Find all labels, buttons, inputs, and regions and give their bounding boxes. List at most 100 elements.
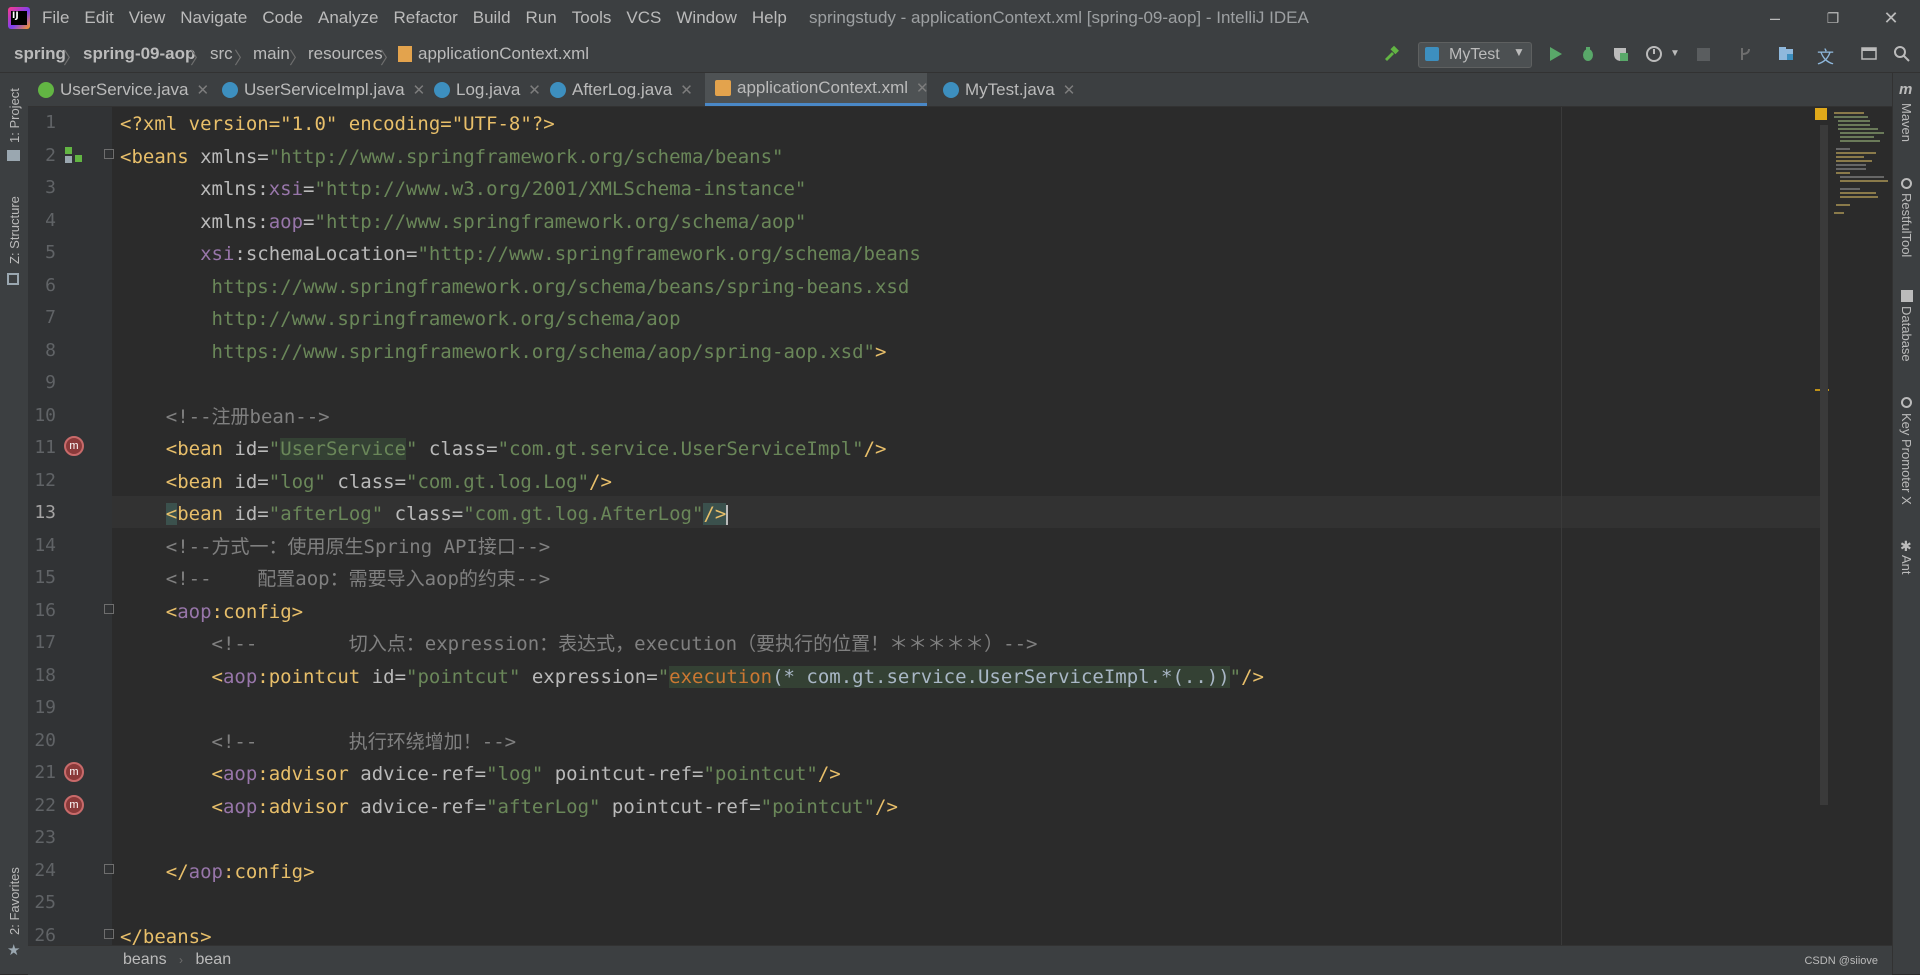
highlighted-usage: UserService (280, 438, 407, 460)
menu-window[interactable]: Window (676, 8, 736, 28)
class-icon (550, 81, 566, 98)
tool-structure[interactable]: Z: Structure (7, 196, 22, 264)
line-number: 18 (34, 665, 56, 686)
aop-advice-gutter-icon[interactable]: m (64, 795, 84, 815)
vertical-scrollbar[interactable] (1820, 125, 1828, 805)
aop-advice-gutter-icon[interactable]: m (64, 762, 84, 782)
line-number-current: 13 (34, 502, 56, 523)
spring-bean-gutter-icon[interactable]: m (64, 436, 84, 456)
menu-tools[interactable]: Tools (572, 8, 612, 28)
menu-run[interactable]: Run (526, 8, 557, 28)
tab-afterlog[interactable]: AfterLog.java ✕ (540, 73, 693, 106)
close-icon[interactable]: ✕ (1868, 4, 1914, 32)
menu-analyze[interactable]: Analyze (318, 8, 378, 28)
menu-code[interactable]: Code (262, 8, 303, 28)
crumb-module[interactable]: spring-09-aop (83, 44, 195, 64)
fold-toggle-icon[interactable] (104, 604, 114, 614)
code-line: xmlns:xsi="http://www.w3.org/2001/XMLSch… (200, 178, 807, 200)
tool-ant[interactable]: Ant (1899, 555, 1914, 575)
tool-key-promoter-x[interactable]: Key Promoter X (1899, 413, 1914, 505)
line-number: 25 (34, 892, 56, 913)
crumb-project[interactable]: spring (14, 44, 66, 64)
tab-label: UserService.java (60, 79, 189, 99)
code-line: https://www.springframework.org/schema/b… (120, 276, 910, 298)
menu-view[interactable]: View (129, 8, 166, 28)
run-icon[interactable] (1546, 45, 1564, 63)
xml-value: "pointcut" (760, 796, 876, 818)
crumb-src[interactable]: src (210, 44, 233, 64)
ant-icon: ✱ (1900, 538, 1912, 554)
breadcrumb-beans[interactable]: beans (123, 951, 167, 968)
minimize-icon[interactable]: – (1752, 4, 1798, 32)
tool-favorites[interactable]: 2: Favorites (7, 867, 22, 935)
interface-icon (38, 81, 54, 98)
close-tab-icon[interactable]: ✕ (197, 81, 210, 99)
tab-log[interactable]: Log.java ✕ (424, 73, 541, 106)
line-number: 16 (34, 600, 56, 621)
tab-userservice[interactable]: UserService.java ✕ (28, 73, 209, 106)
restore-icon[interactable]: ❐ (1810, 4, 1856, 32)
menu-help[interactable]: Help (752, 8, 787, 28)
xml-spring-icon (715, 80, 731, 96)
search-everywhere-icon[interactable] (1893, 45, 1911, 63)
menu-edit[interactable]: Edit (84, 8, 113, 28)
code-line: <aop:config> (165, 601, 304, 623)
debug-icon[interactable] (1579, 45, 1597, 63)
tool-maven[interactable]: Maven (1899, 103, 1914, 142)
close-tab-icon[interactable]: ✕ (680, 81, 693, 99)
code-minimap[interactable] (1832, 110, 1890, 220)
tool-restfultool[interactable]: RestfulTool (1899, 193, 1914, 257)
fold-toggle-icon[interactable] (104, 864, 114, 874)
menu-file[interactable]: File (42, 8, 69, 28)
crumb-file[interactable]: applicationContext.xml (418, 44, 589, 64)
fold-toggle-icon[interactable] (104, 929, 114, 939)
more-run-options-icon[interactable]: ▼ (1670, 48, 1680, 59)
left-tool-window-bar: 1: Project Z: Structure 2: Favorites ★ (0, 73, 29, 974)
close-tab-icon[interactable]: ✕ (1063, 81, 1076, 99)
crumb-resources[interactable]: resources (308, 44, 383, 64)
tab-userserviceimpl[interactable]: UserServiceImpl.java ✕ (212, 73, 425, 106)
menu-vcs[interactable]: VCS (626, 8, 661, 28)
menu-refactor[interactable]: Refactor (393, 8, 457, 28)
code-line: <aop:pointcut id="pointcut" expression="… (211, 666, 1264, 688)
vcs-branch-icon[interactable] (1737, 45, 1755, 63)
xml-comment: <!--注册bean--> (165, 406, 330, 428)
close-tab-icon[interactable]: ✕ (528, 81, 541, 99)
menu-navigate[interactable]: Navigate (180, 8, 247, 28)
crumb-main[interactable]: main (253, 44, 290, 64)
build-hammer-icon[interactable] (1382, 45, 1400, 63)
breadcrumb-separator: › (179, 953, 184, 967)
translate-icon[interactable]: 文 (1817, 43, 1834, 68)
profile-icon[interactable] (1645, 45, 1663, 63)
crumb-separator: 〉 (289, 49, 306, 68)
presentation-mode-icon[interactable] (1860, 45, 1878, 63)
tool-database[interactable]: Database (1899, 306, 1914, 362)
aspectj-expression: (* com.gt.service.UserServiceImpl.*(..)) (772, 666, 1230, 688)
tab-applicationcontext[interactable]: applicationContext.xml ✕ (705, 73, 929, 106)
xml-breadcrumbs: beans › bean (123, 951, 231, 969)
close-tab-icon[interactable]: ✕ (916, 79, 929, 97)
code-line: <!--方式一：使用原生Spring API接口--> (120, 536, 550, 558)
tab-mytest[interactable]: MyTest.java ✕ (933, 73, 1075, 106)
line-number: 5 (45, 242, 56, 263)
line-number: 4 (45, 210, 56, 231)
editor-gutter[interactable] (28, 107, 112, 945)
project-structure-icon[interactable] (1777, 45, 1795, 63)
spring-bean-gutter-icon[interactable] (65, 147, 83, 165)
menu-build[interactable]: Build (473, 8, 511, 28)
inspection-warning-icon[interactable] (1815, 108, 1827, 120)
xml-value: "log" (486, 763, 544, 785)
code-line: xsi:schemaLocation="http://www.springfra… (120, 243, 921, 265)
fold-toggle-icon[interactable] (104, 149, 114, 159)
tool-project[interactable]: 1: Project (7, 88, 22, 143)
xml-file-icon (398, 46, 412, 62)
code-line: <bean id="UserService" class="com.gt.ser… (165, 438, 887, 460)
chevron-down-icon: ▼ (1513, 45, 1525, 59)
breadcrumb-bean[interactable]: bean (196, 951, 232, 968)
xml-tag: config (234, 861, 304, 883)
right-tool-window-bar: m Maven RestfulTool Database Key Promote… (1892, 73, 1920, 974)
coverage-icon[interactable] (1611, 45, 1629, 63)
stop-icon[interactable] (1697, 48, 1710, 61)
xml-value: https://www.springframework.org/schema/b… (211, 276, 910, 298)
run-configuration-select[interactable]: MyTest ▼ (1418, 42, 1532, 68)
